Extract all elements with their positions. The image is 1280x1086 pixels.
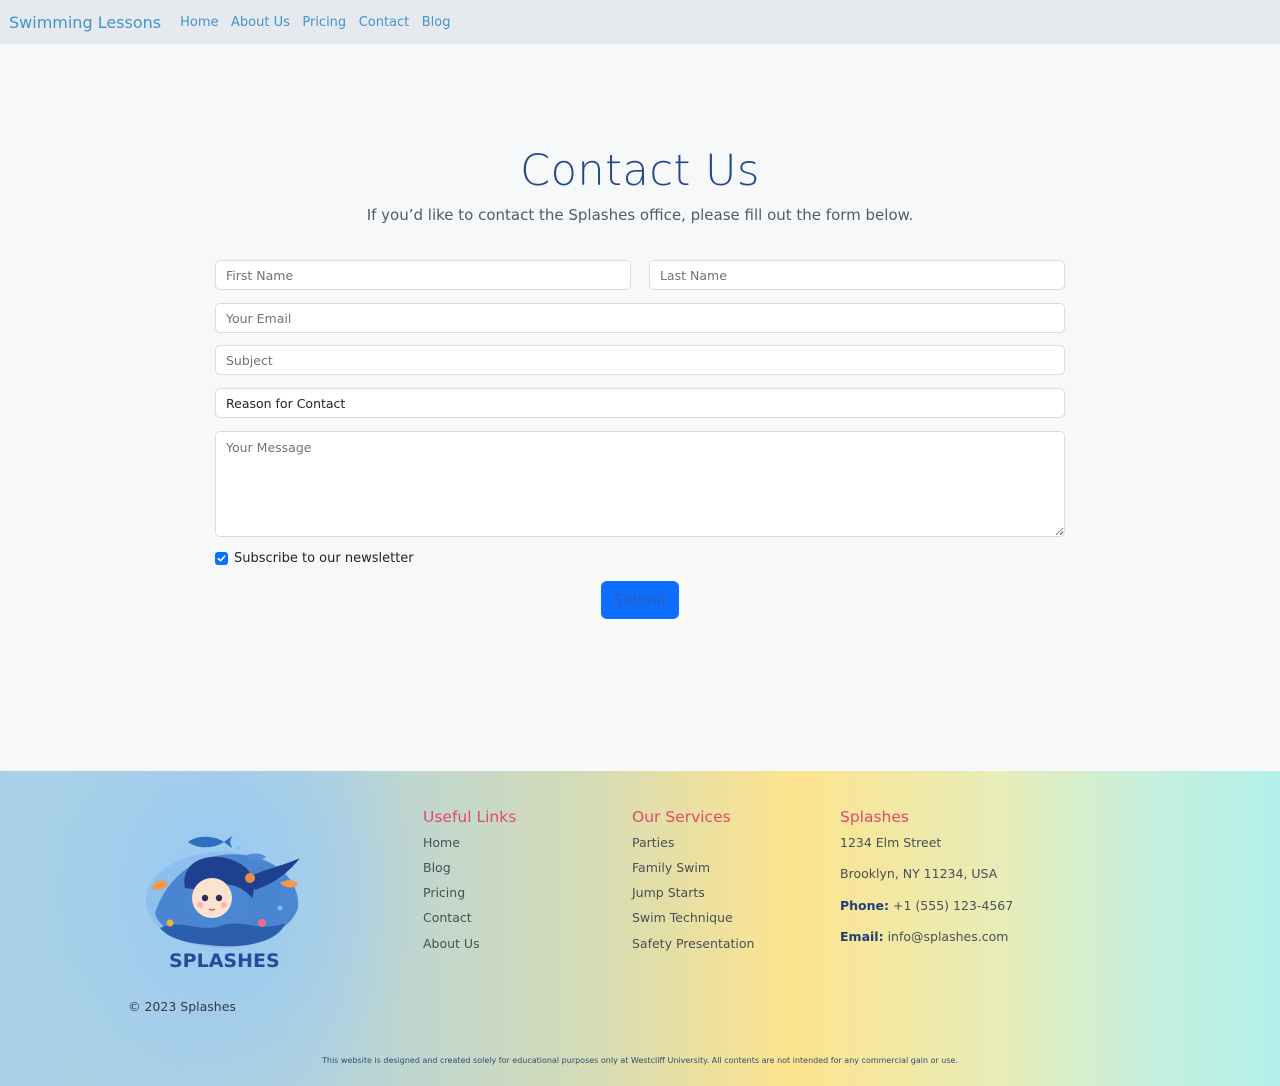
newsletter-label: Subscribe to our newsletter [234, 551, 414, 566]
newsletter-checkbox[interactable] [215, 552, 228, 565]
page-subtitle: If you’d like to contact the Splashes of… [366, 206, 914, 224]
service-link-safety-presentation[interactable]: Safety Presentation [632, 936, 754, 951]
brand-link[interactable]: Swimming Lessons [9, 13, 161, 32]
copyright-text: © 2023 Splashes [128, 999, 236, 1014]
message-textarea[interactable] [215, 431, 1065, 537]
disclaimer-text: This website is designed and created sol… [322, 1056, 958, 1065]
footer-link-about-us[interactable]: About Us [423, 936, 480, 951]
phone-number: +1 (555) 123-4567 [893, 898, 1014, 913]
address-line-1: 1234 Elm Street [840, 835, 942, 850]
email-address[interactable]: info@splashes.com [888, 929, 1009, 944]
footer-link-contact[interactable]: Contact [423, 910, 472, 925]
service-link-parties[interactable]: Parties [632, 835, 674, 850]
nav-link-contact[interactable]: Contact [359, 15, 410, 30]
footer-link-blog[interactable]: Blog [423, 860, 451, 875]
address-line-2: Brooklyn, NY 11234, USA [840, 866, 998, 881]
splashes-logo: SPLASHES [146, 836, 300, 972]
services-heading: Our Services [632, 808, 731, 826]
phone-label: Phone: [840, 898, 890, 913]
nav-link-blog[interactable]: Blog [422, 15, 451, 30]
top-navbar: Swimming Lessons Home About Us Pricing C… [0, 0, 1280, 44]
submit-button[interactable]: Submit [601, 581, 679, 619]
useful-links-heading: Useful Links [423, 808, 517, 826]
subject-input[interactable] [215, 345, 1065, 375]
checkmark-icon [217, 555, 226, 562]
nav-link-pricing[interactable]: Pricing [302, 15, 346, 30]
email-label: Email: [840, 929, 884, 944]
resize-grip-icon[interactable] [1056, 527, 1064, 535]
last-name-input[interactable] [649, 260, 1065, 290]
reason-select[interactable]: Reason for Contact [215, 388, 1065, 418]
service-link-jump-starts[interactable]: Jump Starts [632, 885, 705, 900]
splashes-heading: Splashes [840, 808, 909, 826]
footer-link-pricing[interactable]: Pricing [423, 885, 465, 900]
service-link-family-swim[interactable]: Family Swim [632, 860, 710, 875]
page-title: Contact Us [520, 146, 760, 196]
nav-link-about-us[interactable]: About Us [231, 15, 290, 30]
email-row: Email: info@splashes.com [840, 929, 1008, 944]
nav-link-home[interactable]: Home [180, 15, 218, 30]
newsletter-checkbox-row[interactable]: Subscribe to our newsletter [215, 551, 414, 566]
logo-wordmark: SPLASHES [169, 950, 280, 972]
email-input[interactable] [215, 303, 1065, 333]
service-link-swim-technique[interactable]: Swim Technique [632, 910, 733, 925]
first-name-input[interactable] [215, 260, 631, 290]
reason-select-value: Reason for Contact [226, 395, 346, 411]
footer-link-home[interactable]: Home [423, 835, 460, 850]
phone-row: Phone: +1 (555) 123-4567 [840, 898, 1013, 913]
